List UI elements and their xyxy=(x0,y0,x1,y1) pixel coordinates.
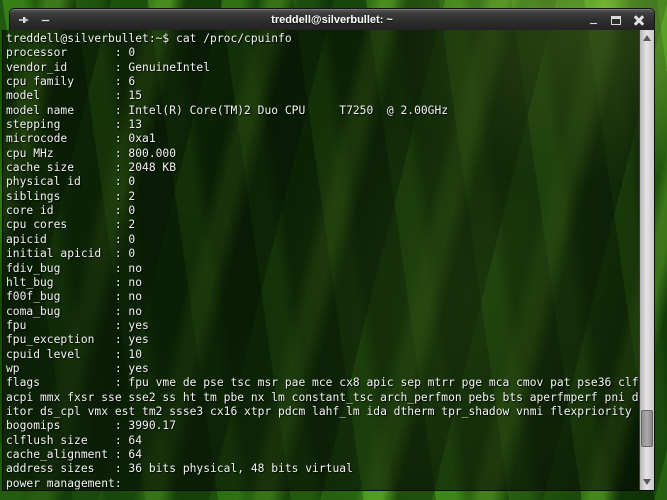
desktop: treddell@silverbullet: ~ treddell@silver… xyxy=(0,0,667,500)
minimize-icon xyxy=(589,22,598,25)
pin-icon-glyph xyxy=(18,14,30,26)
arrow-up-icon xyxy=(643,35,651,41)
close-icon xyxy=(634,15,644,25)
pin-icon[interactable] xyxy=(18,14,30,26)
terminal-titlebar[interactable]: treddell@silverbullet: ~ xyxy=(9,8,655,30)
scrollbar[interactable] xyxy=(639,30,654,490)
maximize-icon xyxy=(611,16,621,25)
window-title: treddell@silverbullet: ~ xyxy=(10,14,654,26)
shade-icon-glyph xyxy=(41,19,50,22)
minimize-button[interactable] xyxy=(587,14,599,26)
scroll-down-button[interactable] xyxy=(640,475,654,489)
titlebar-left-buttons xyxy=(10,14,51,26)
terminal-content-area: treddell@silverbullet:~$ cat /proc/cpuin… xyxy=(2,30,655,491)
close-button[interactable] xyxy=(633,14,645,26)
terminal-output[interactable]: treddell@silverbullet:~$ cat /proc/cpuin… xyxy=(3,30,639,490)
shade-icon[interactable] xyxy=(39,14,51,26)
maximize-button[interactable] xyxy=(610,14,622,26)
titlebar-right-buttons xyxy=(587,14,654,26)
terminal-window: treddell@silverbullet: ~ treddell@silver… xyxy=(2,8,655,491)
scroll-up-button[interactable] xyxy=(640,31,654,45)
arrow-down-icon xyxy=(643,479,651,485)
scrollbar-thumb[interactable] xyxy=(641,410,653,447)
